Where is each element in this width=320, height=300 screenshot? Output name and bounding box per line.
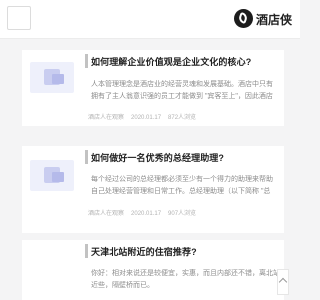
article-thumbnail[interactable]: [30, 62, 74, 93]
top-header: 酒店侠: [0, 0, 300, 39]
author[interactable]: 酒店人在观察: [88, 211, 124, 217]
title-accent: [85, 54, 88, 68]
logo-icon[interactable]: [234, 9, 253, 28]
author[interactable]: 酒店人在观察: [88, 115, 124, 121]
article-thumbnail[interactable]: [30, 160, 74, 191]
title-accent: [85, 150, 88, 164]
date: 2020.01.17: [131, 211, 162, 217]
article-card[interactable]: 天津北站附近的住宿推荐? 你好：相对来说还是较便宜，实惠，而且内部还不错，离北站…: [22, 240, 284, 300]
date: 2020.01.17: [131, 115, 162, 121]
article-title[interactable]: 天津北站附近的住宿推荐?: [91, 245, 197, 258]
views-count: 907人浏览: [168, 211, 197, 217]
article-title[interactable]: 如何理解企业价值观是企业文化的核心?: [91, 55, 251, 68]
image-placeholder-icon: [52, 172, 64, 182]
article-card[interactable]: 如何做好一名优秀的总经理助理? 每个经过公司的总经理都必须至少有一个得力的助理来…: [22, 146, 284, 233]
article-excerpt: 人本管理理念是酒店业的经营灵魂和发展基础。酒店中只有拥有了主人翁意识强的员工才能…: [91, 81, 273, 100]
title-accent: [85, 244, 88, 258]
article-card[interactable]: 如何理解企业价值观是企业文化的核心? 人本管理理念是酒店业的经营灵魂和发展基础。…: [22, 50, 284, 126]
views-count: 872人浏览: [168, 115, 197, 121]
article-meta: 酒店人在观察 2020.01.17 872人浏览: [88, 112, 203, 121]
article-excerpt: 你好：相对来说还是较便宜，实惠，而且内部还不错，离北站近些，隔壁桥而已。: [91, 270, 280, 289]
site-name[interactable]: 酒店侠: [256, 11, 292, 28]
back-to-top-button[interactable]: [277, 269, 289, 295]
article-meta: 酒店人在观察 2020.01.17 907人浏览: [88, 208, 203, 217]
image-placeholder-icon: [52, 74, 64, 84]
article-title[interactable]: 如何做好一名优秀的总经理助理?: [91, 151, 224, 164]
article-excerpt: 每个经过公司的总经理都必须至少有一个得力的助理来帮助自己处理经营管理和日常工作。…: [91, 176, 273, 195]
menu-icon[interactable]: [7, 6, 31, 30]
